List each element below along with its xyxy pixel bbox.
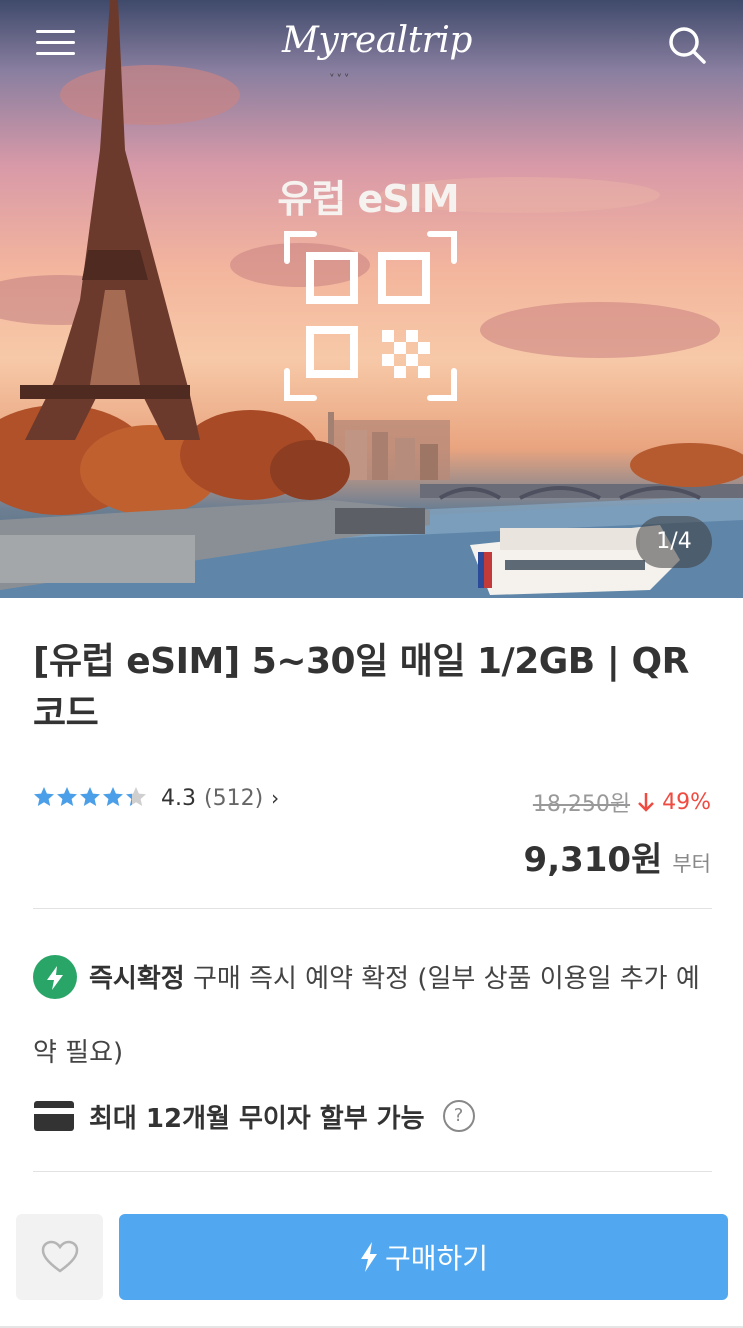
lightning-badge-icon (33, 954, 77, 999)
image-page-counter: 1/4 (636, 516, 712, 568)
divider (33, 908, 712, 909)
review-count: (512) (204, 785, 264, 811)
installment-text: 최대 12개월 무이자 할부 가능 (89, 1103, 425, 1134)
arrow-down-icon (638, 793, 654, 812)
original-price: 18,250원 (532, 792, 631, 817)
wishlist-button[interactable] (16, 1214, 103, 1300)
hero-image-carousel[interactable]: ᵛ ᵛ ᵛ Myrealtrip 유럽 eSIM 1/4 (0, 0, 743, 598)
installment-info: 최대 12개월 무이자 할부 가능 ? (33, 1094, 475, 1138)
rating-stars (33, 786, 149, 810)
credit-card-icon (34, 1101, 74, 1131)
hamburger-menu-icon[interactable] (36, 28, 76, 58)
help-question-icon[interactable]: ? (442, 1100, 475, 1132)
divider (33, 1171, 712, 1172)
price-suffix: 부터 (672, 852, 711, 876)
instant-confirm-label: 즉시확정 (89, 964, 185, 994)
rating-score: 4.3 (161, 785, 196, 811)
top-navigation-bar: Myrealtrip (0, 0, 743, 90)
discount-rate: 49% (662, 789, 711, 815)
chevron-right-icon: › (271, 786, 280, 810)
rating-summary-link[interactable]: 4.3 (512) › (33, 783, 279, 813)
buy-button-label: 구매하기 (384, 1242, 489, 1275)
search-icon[interactable] (666, 24, 708, 66)
star-rating-icon (34, 787, 146, 806)
qr-code-icon (284, 231, 457, 401)
hero-overlay-title: 유럽 eSIM (277, 177, 459, 221)
heart-outline-icon (41, 1240, 78, 1273)
myrealtrip-logo[interactable]: Myrealtrip (282, 20, 472, 61)
instant-confirm-notice: 즉시확정 구매 즉시 예약 확정 (일부 상품 이용일 추가 예약 필요) (33, 942, 723, 1090)
sale-price: 9,310원 (523, 840, 663, 880)
price-block: 18,250원 49% 9,310원 부터 (524, 786, 711, 881)
buy-button[interactable]: 구매하기 (119, 1214, 728, 1300)
lightning-icon (360, 1242, 377, 1272)
product-title: [유럽 eSIM] 5~30일 매일 1/2GB | QR코드 (33, 641, 689, 734)
